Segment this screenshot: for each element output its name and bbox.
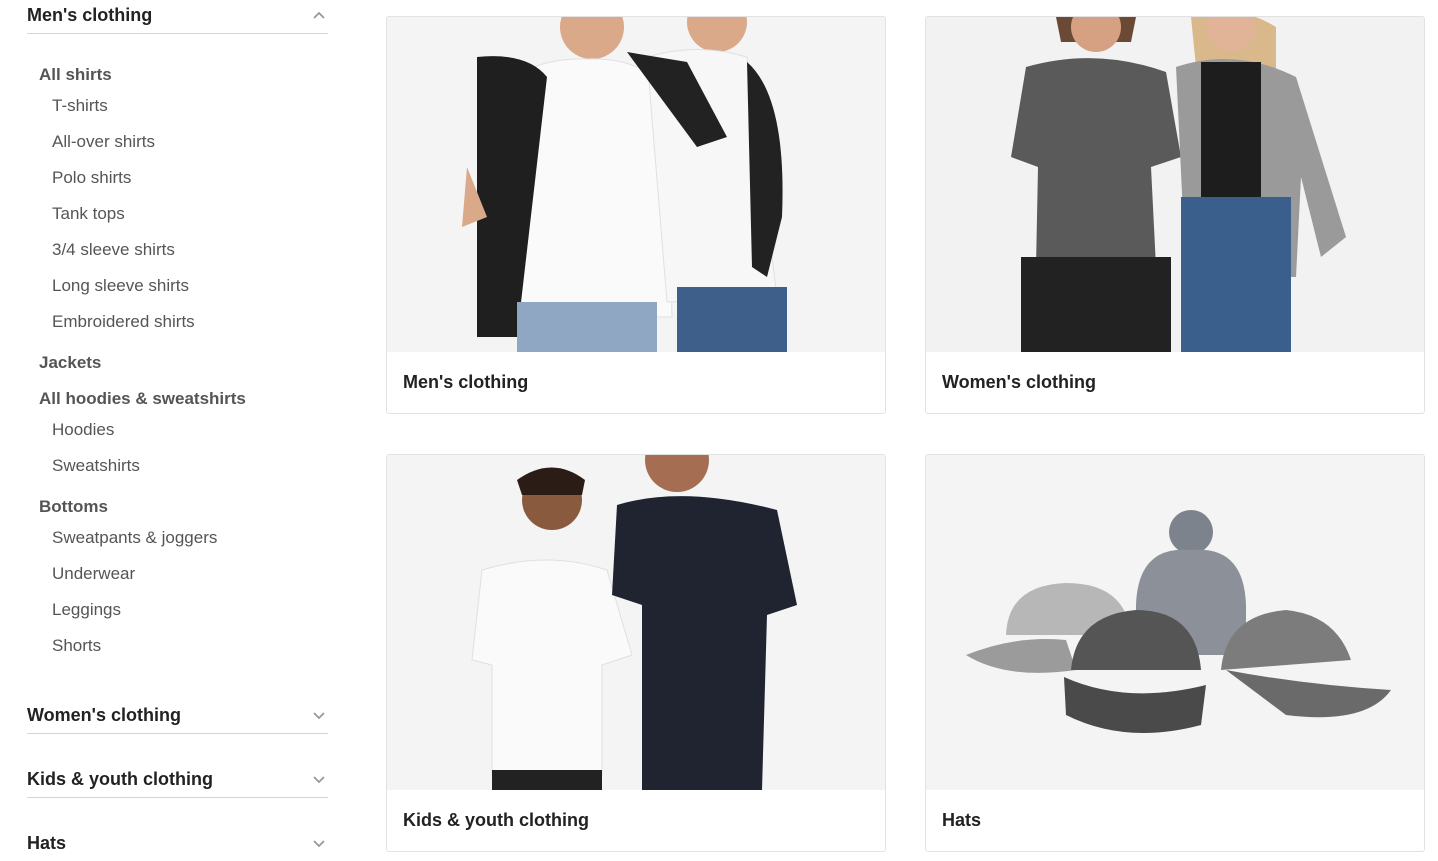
hats-card-label: Hats (942, 810, 982, 830)
mens-clothing-section-header[interactable]: Men's clothing (27, 0, 328, 34)
sidebar-group-bottoms[interactable]: Bottoms (39, 497, 108, 517)
sidebar-item-sweatshirts[interactable]: Sweatshirts (52, 456, 140, 476)
hats-image (926, 455, 1424, 790)
hats-section-title: Hats (27, 832, 67, 853)
sidebar-item-polo-shirts[interactable]: Polo shirts (52, 168, 131, 188)
chevron-up-icon (312, 8, 326, 22)
sidebar-item-three-quarter-sleeve[interactable]: 3/4 sleeve shirts (52, 240, 175, 260)
mens-clothing-card[interactable]: Men's clothing (386, 16, 886, 414)
sidebar-item-sweatpants[interactable]: Sweatpants & joggers (52, 528, 217, 548)
chevron-down-icon (312, 708, 326, 722)
sidebar-item-embroidered[interactable]: Embroidered shirts (52, 312, 195, 332)
womens-clothing-image (926, 17, 1424, 352)
mens-clothing-card-label: Men's clothing (403, 372, 529, 392)
sidebar-item-allover-shirts[interactable]: All-over shirts (52, 132, 155, 152)
kids-clothing-section-header[interactable]: Kids & youth clothing (27, 761, 328, 798)
mens-clothing-image (387, 17, 885, 352)
sidebar-item-long-sleeve[interactable]: Long sleeve shirts (52, 276, 189, 296)
kids-youth-clothing-card-label: Kids & youth clothing (403, 810, 589, 830)
hats-section-header[interactable]: Hats (27, 825, 328, 861)
sidebar-item-tank-tops[interactable]: Tank tops (52, 204, 125, 224)
chevron-down-icon (312, 836, 326, 850)
kids-youth-clothing-card[interactable]: Kids & youth clothing (386, 454, 886, 852)
sidebar-item-underwear[interactable]: Underwear (52, 564, 135, 584)
mens-clothing-section-title: Men's clothing (27, 4, 153, 25)
sidebar-group-hoodies-sweatshirts[interactable]: All hoodies & sweatshirts (39, 389, 246, 409)
womens-clothing-section-header[interactable]: Women's clothing (27, 697, 328, 734)
hats-card[interactable]: Hats (925, 454, 1425, 852)
womens-clothing-card[interactable]: Women's clothing (925, 16, 1425, 414)
womens-clothing-card-label: Women's clothing (942, 372, 1096, 392)
sidebar-item-leggings[interactable]: Leggings (52, 600, 121, 620)
womens-clothing-section-title: Women's clothing (27, 704, 181, 725)
sidebar-group-jackets[interactable]: Jackets (39, 353, 101, 373)
sidebar-item-hoodies[interactable]: Hoodies (52, 420, 114, 440)
chevron-down-icon (312, 772, 326, 786)
sidebar-group-all-shirts[interactable]: All shirts (39, 65, 112, 85)
kids-youth-clothing-image (387, 455, 885, 790)
kids-clothing-section-title: Kids & youth clothing (27, 768, 213, 789)
sidebar-item-shorts[interactable]: Shorts (52, 636, 101, 656)
sidebar-item-tshirts[interactable]: T-shirts (52, 96, 108, 116)
